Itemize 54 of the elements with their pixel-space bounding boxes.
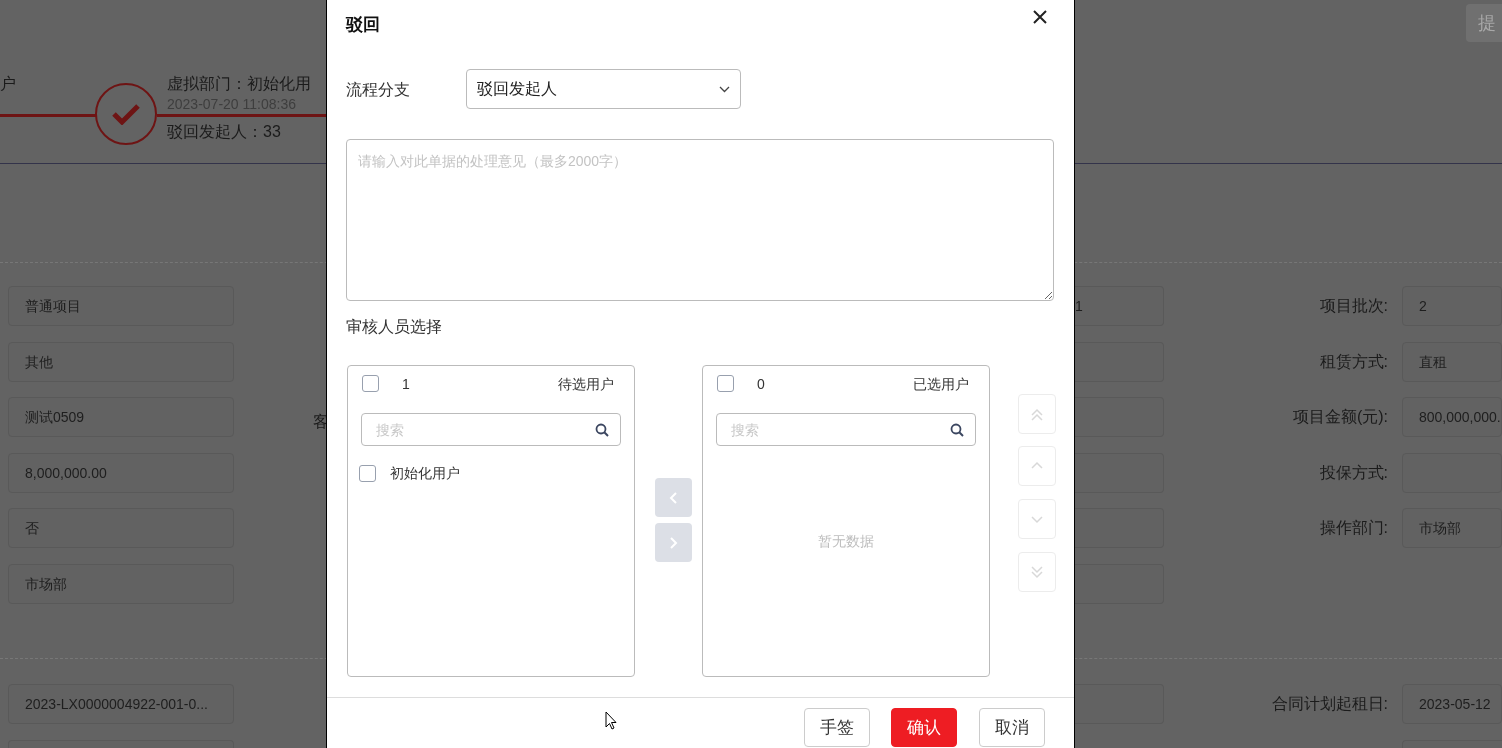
cursor-icon xyxy=(605,711,617,730)
dialog-button[interactable]: 取消 xyxy=(979,708,1045,747)
form-field[interactable]: 直租 xyxy=(1402,342,1502,382)
step-title: 虚拟部门：初始化用 xyxy=(167,74,311,94)
field-label: 流程分支 xyxy=(346,80,410,100)
panel-count: 0 xyxy=(757,375,765,394)
check-icon xyxy=(111,103,141,125)
checkbox[interactable] xyxy=(717,375,734,392)
panel-title: 已选用户 xyxy=(913,375,969,394)
field-label: 租赁方式: xyxy=(1319,352,1388,372)
chevron-down-icon xyxy=(719,85,730,93)
form-field[interactable]: 2023-05-12 xyxy=(1402,684,1502,724)
form-field[interactable]: 8,000,000.00 xyxy=(8,453,234,493)
form-field[interactable]: 1 xyxy=(1075,286,1164,326)
chevron-left-icon xyxy=(669,491,678,504)
field-label: 投保方式: xyxy=(1319,463,1388,483)
form-field[interactable] xyxy=(1075,342,1164,382)
form-field[interactable] xyxy=(1075,684,1164,724)
form-field[interactable]: 测试0509 xyxy=(8,397,234,437)
branch-select[interactable]: 驳回发起人 xyxy=(466,69,741,109)
search-icon xyxy=(950,423,964,437)
double-chevron-up-icon xyxy=(1031,407,1043,421)
field-label: 操作部门: xyxy=(1319,518,1388,538)
form-field[interactable] xyxy=(1075,453,1164,493)
form-field[interactable] xyxy=(1075,564,1164,604)
form-field[interactable]: 800,000,000. xyxy=(1402,397,1502,437)
double-chevron-down-icon xyxy=(1031,565,1043,579)
primary-button[interactable]: 确认 xyxy=(891,708,957,747)
field-label: 合同计划起租日: xyxy=(1271,694,1388,714)
section-label: 审核人员选择 xyxy=(346,317,442,337)
user-item[interactable]: 初始化用户 xyxy=(359,463,460,484)
field-label: 项目批次: xyxy=(1319,296,1388,316)
form-field[interactable] xyxy=(1075,508,1164,548)
dialog-title: 驳回 xyxy=(346,14,380,36)
step-label: 户 xyxy=(0,74,16,94)
step-note: 驳回发起人：33 xyxy=(167,122,281,142)
dialog-button[interactable]: 手签 xyxy=(804,708,870,747)
form-field[interactable] xyxy=(1075,397,1164,437)
checkbox[interactable] xyxy=(359,465,376,482)
chevron-right-icon xyxy=(669,536,678,549)
checkbox[interactable] xyxy=(362,375,379,392)
form-field[interactable]: 其他 xyxy=(8,342,234,382)
panel-title: 待选用户 xyxy=(558,375,614,394)
form-field[interactable]: 否 xyxy=(8,508,234,548)
form-field[interactable]: 市场部 xyxy=(8,564,234,604)
close-icon[interactable] xyxy=(1032,9,1048,25)
empty-text: 暂无数据 xyxy=(817,532,875,551)
panel-count: 1 xyxy=(402,375,410,394)
form-field[interactable]: 普通项目 xyxy=(8,286,234,326)
form-field[interactable]: 市场部 xyxy=(1402,508,1502,548)
search-icon xyxy=(595,423,609,437)
form-field[interactable]: 2 xyxy=(1402,286,1502,326)
field-label: 项目金额(元): xyxy=(1292,407,1388,427)
form-field[interactable]: 2023-LX0000004922-001-0... xyxy=(8,684,234,724)
